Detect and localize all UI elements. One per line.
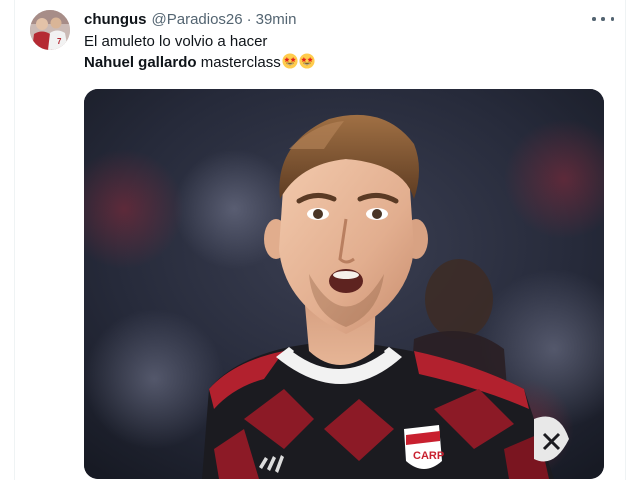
user-handle[interactable]: @Paradios26 [152,11,243,28]
tweet-page: 7 chungus @Paradios26 · 39min El amuleto… [0,0,640,480]
star-struck-emoji [299,53,315,69]
display-name[interactable]: chungus [84,11,147,28]
tweet-media-image[interactable]: CARP [84,89,604,479]
tweet-timestamp[interactable]: 39min [256,11,297,28]
tweet-header: chungus @Paradios26 · 39min [84,9,296,29]
more-dot [610,17,614,21]
svg-text:7: 7 [57,37,62,46]
more-dot [592,17,596,21]
star-struck-emoji [282,53,298,69]
svg-text:CARP: CARP [413,450,444,462]
tweet-text: El amuleto lo volvio a hacer Nahuel gall… [84,31,604,73]
timeline-border-right [625,0,626,480]
tweet-text-rest: masterclass [196,54,281,71]
tweet-text-line-2: Nahuel gallardo masterclass [84,52,604,73]
player-photo: CARP [84,89,604,479]
tweet-text-line-1: El amuleto lo volvio a hacer [84,33,268,50]
profile-avatar[interactable]: 7 [30,10,70,50]
more-dot [601,17,605,21]
timeline-border-left [14,0,15,480]
more-horizontal-icon[interactable] [592,12,614,26]
tweet-text-bold: Nahuel gallardo [84,54,197,71]
tweet-card[interactable]: 7 chungus @Paradios26 · 39min El amuleto… [30,6,620,480]
separator-dot: · [246,10,252,28]
